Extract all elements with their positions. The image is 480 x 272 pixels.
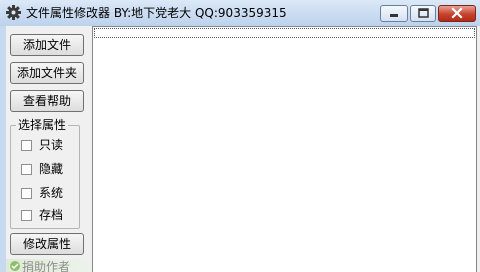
donate-icon (9, 260, 21, 272)
donate-label[interactable]: 捐助作者 (22, 260, 70, 272)
maximize-icon (418, 8, 429, 18)
archive-label[interactable]: 存档 (39, 207, 63, 223)
minimize-icon (390, 14, 398, 17)
app-window: 文件属性修改器 BY:地下党老大 QQ:903359315 添加文件 添加文件夹… (0, 0, 480, 272)
readonly-checkbox[interactable] (21, 140, 32, 151)
hidden-label[interactable]: 隐藏 (39, 161, 63, 177)
minimize-button[interactable] (380, 5, 408, 22)
hidden-checkbox[interactable] (21, 164, 32, 175)
add-folder-button[interactable]: 添加文件夹 (10, 62, 84, 84)
gear-icon[interactable] (6, 5, 21, 20)
system-label[interactable]: 系统 (39, 185, 63, 201)
close-icon (451, 7, 463, 19)
file-list[interactable] (92, 26, 477, 272)
readonly-label[interactable]: 只读 (39, 137, 63, 153)
add-file-button[interactable]: 添加文件 (10, 34, 84, 56)
maximize-button[interactable] (410, 5, 436, 22)
client-area: 添加文件 添加文件夹 查看帮助 选择属性 只读 隐藏 系统 存档 修改属性 捐助… (6, 26, 480, 272)
system-checkbox[interactable] (21, 188, 32, 199)
close-button[interactable] (438, 5, 476, 22)
attributes-group: 选择属性 只读 隐藏 系统 存档 (10, 118, 80, 229)
archive-checkbox[interactable] (21, 210, 32, 221)
attributes-group-title: 选择属性 (16, 118, 69, 132)
window-title: 文件属性修改器 BY:地下党老大 QQ:903359315 (26, 6, 287, 20)
modify-attributes-button[interactable]: 修改属性 (10, 233, 84, 255)
view-help-button[interactable]: 查看帮助 (10, 90, 84, 112)
title-bar[interactable]: 文件属性修改器 BY:地下党老大 QQ:903359315 (0, 0, 480, 26)
list-focus-row (94, 28, 475, 38)
